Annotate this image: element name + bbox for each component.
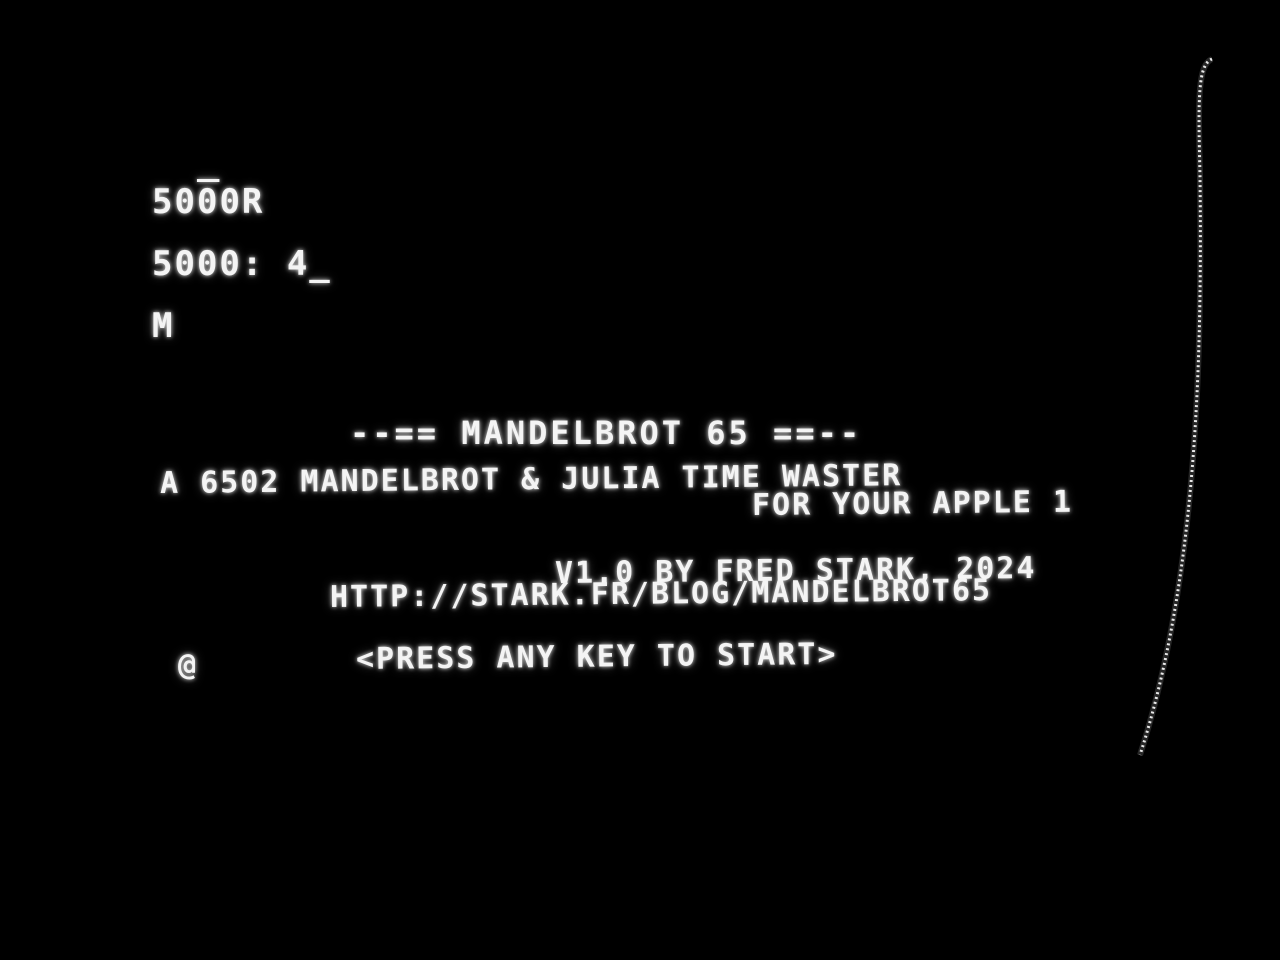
text-cursor: _ [309,244,332,284]
monitor-output-line: 5000: 4_ [152,244,332,284]
crt-screen: 5000R 5000: 4_ M --== MANDELBROT 65 ==--… [0,0,1280,960]
command-marked-char: 0 [196,182,220,222]
monitor-response-line: M [152,306,175,346]
press-key-prompt[interactable]: <PRESS ANY KEY TO START> [356,637,838,677]
crt-bezel-edge [1136,55,1220,760]
program-tagline-continued: FOR YOUR APPLE 1 [751,484,1074,523]
command-suffix: 0R [219,182,265,222]
program-url: HTTP://STARK.FR/BLOG/MANDELBROT65 [329,573,993,615]
program-title: --== MANDELBROT 65 ==-- [350,414,863,452]
monitor-command-line: 5000R [152,182,264,222]
command-prefix: 50 [152,182,197,222]
memory-dump: 5000: 4 [152,244,310,284]
prompt-char: @ [178,648,199,683]
